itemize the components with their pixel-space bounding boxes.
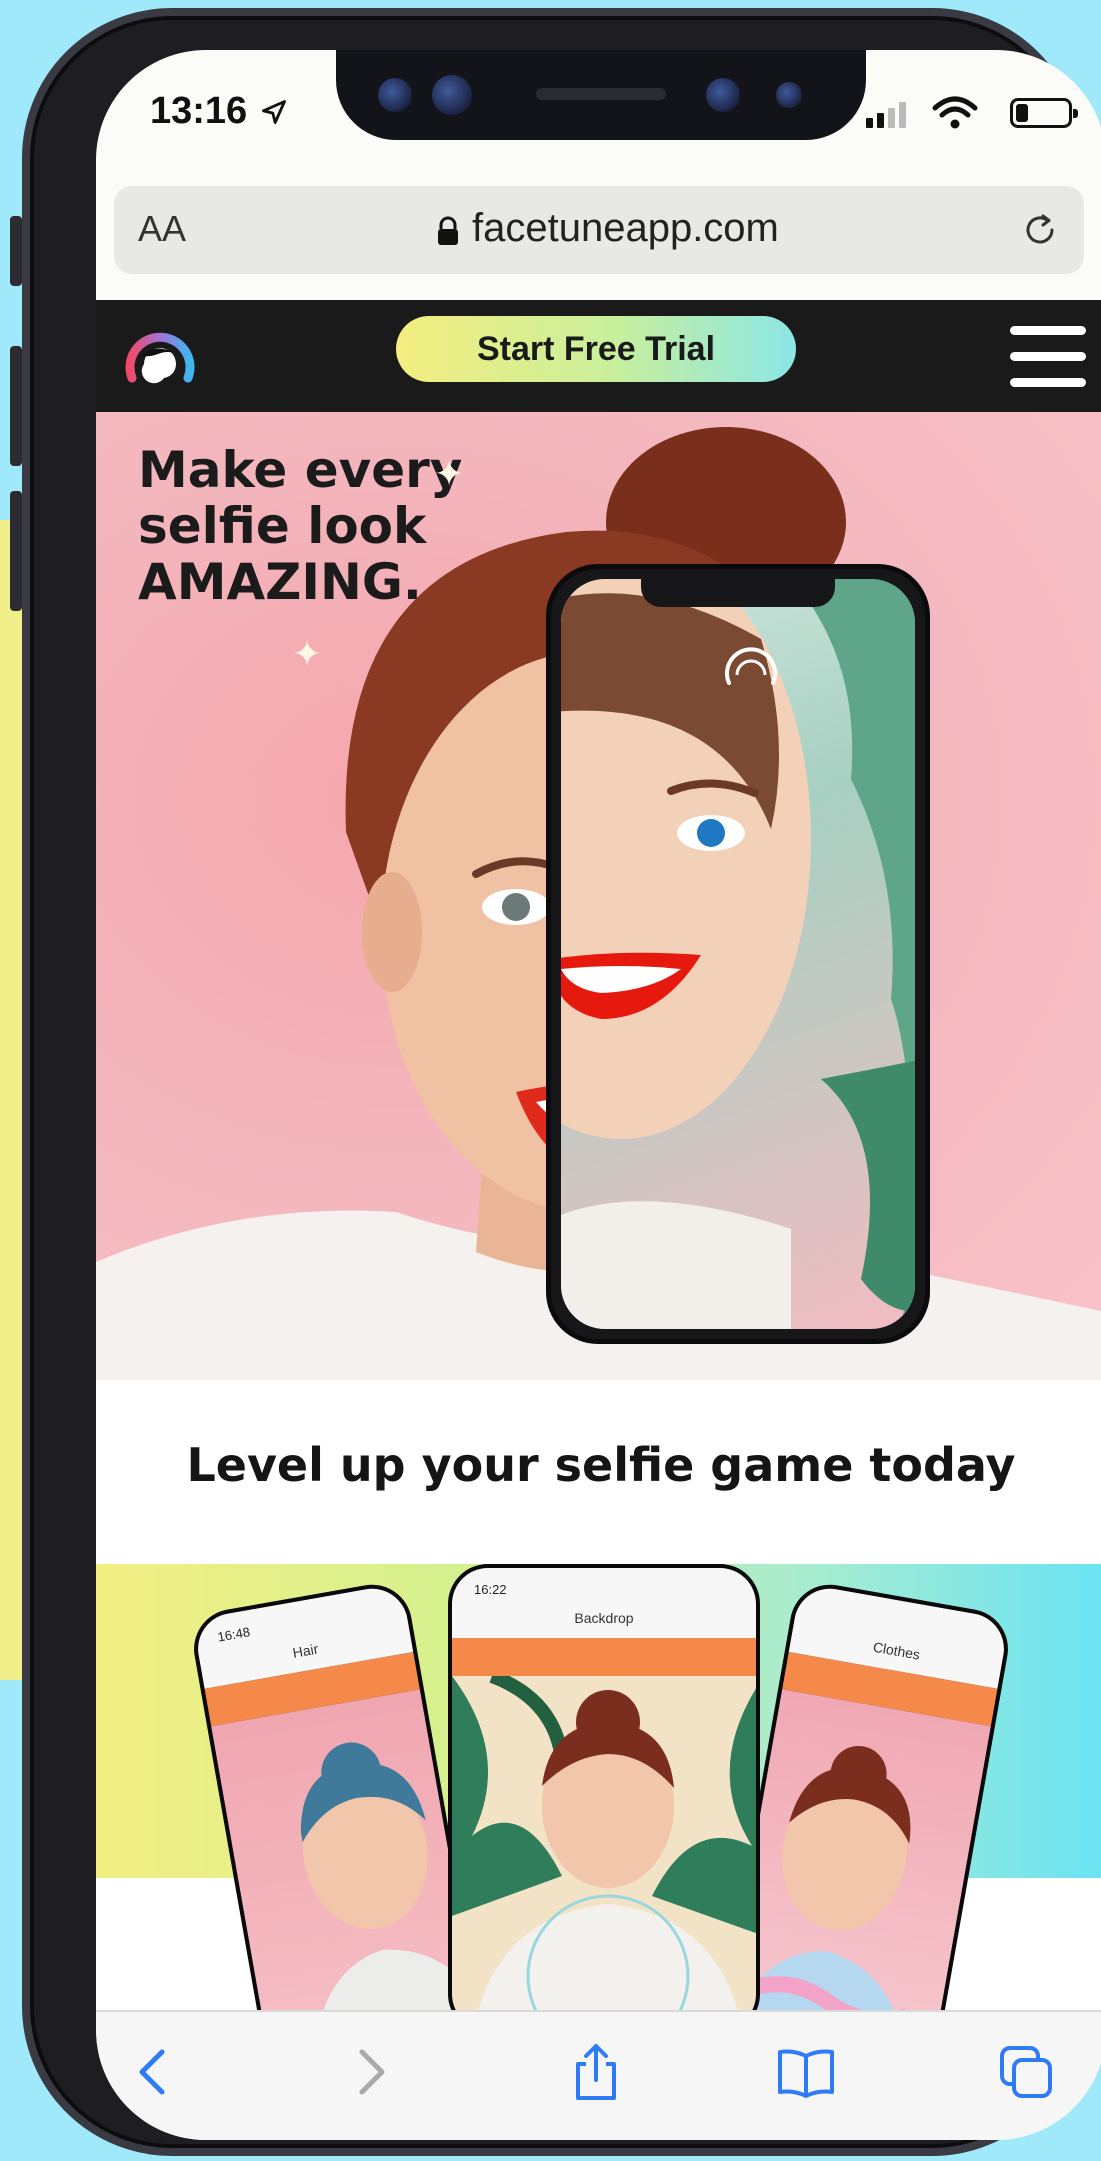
address-bar[interactable]: AA facetuneapp.com: [114, 186, 1084, 274]
text-size-button[interactable]: AA: [138, 208, 186, 250]
sparkle-icon: ✦: [292, 634, 323, 675]
phone-frame: 13:16 AA facetuneapp.com Start Free Tria…: [10, 8, 1101, 2156]
notch: [336, 50, 866, 140]
bookmarks-icon[interactable]: [776, 2042, 836, 2102]
site-header: Start Free Trial: [96, 300, 1101, 412]
back-icon[interactable]: [124, 2042, 184, 2102]
cellular-signal-icon: [866, 102, 906, 128]
hero-phone-mockup: [546, 564, 930, 1344]
palm-backdrop-model-image: [452, 1669, 756, 2010]
browser-toolbar: [96, 2010, 1101, 2140]
lock-icon: [438, 216, 458, 245]
backdrop-feature-phone: 16:22 Backdrop: [448, 1564, 760, 2010]
earpiece-speaker: [536, 88, 666, 100]
share-icon[interactable]: [566, 2042, 626, 2102]
mini-phone-title: Backdrop: [574, 1610, 634, 1626]
menu-icon[interactable]: [1010, 326, 1086, 388]
tabs-icon[interactable]: [996, 2042, 1056, 2102]
mini-phone-time: 16:22: [474, 1582, 507, 1597]
wifi-icon: [932, 96, 978, 129]
level-up-section: Level up your selfie game today: [96, 1380, 1101, 1564]
features-showcase: 16:48 Hair Clothes 16:22 Backdrop: [96, 1564, 1101, 2010]
start-free-trial-button[interactable]: Start Free Trial: [396, 316, 796, 382]
forward-icon[interactable]: [340, 2042, 400, 2102]
sparkle-icon: ✦: [434, 454, 465, 495]
volume-up-button: [10, 346, 22, 466]
url-text[interactable]: facetuneapp.com: [472, 206, 779, 251]
hero-phone-screen: [561, 579, 915, 1329]
status-bar: 13:16: [96, 50, 1101, 190]
status-time: 13:16: [150, 90, 248, 132]
sensor-icon: [378, 78, 412, 112]
sensor-icon: [776, 82, 802, 108]
hero-phone-notch: [641, 575, 835, 607]
front-camera-icon: [432, 75, 472, 115]
reload-icon[interactable]: [1018, 208, 1062, 252]
volume-down-button: [10, 491, 22, 611]
mute-switch: [10, 216, 22, 286]
facetune-logo-icon[interactable]: [122, 318, 198, 394]
blue-hair-model-image: [300, 1742, 485, 2010]
location-arrow-icon: [262, 100, 286, 124]
sensor-icon: [706, 78, 740, 112]
section-title: Level up your selfie game today: [186, 1438, 1016, 1492]
hero-banner: Make every selfie look AMAZING. ✦ ✦: [96, 412, 1101, 1380]
phone-screen: 13:16 AA facetuneapp.com Start Free Tria…: [96, 50, 1101, 2140]
battery-icon: [1010, 98, 1078, 128]
facetune-outline-logo-icon: [725, 647, 777, 685]
